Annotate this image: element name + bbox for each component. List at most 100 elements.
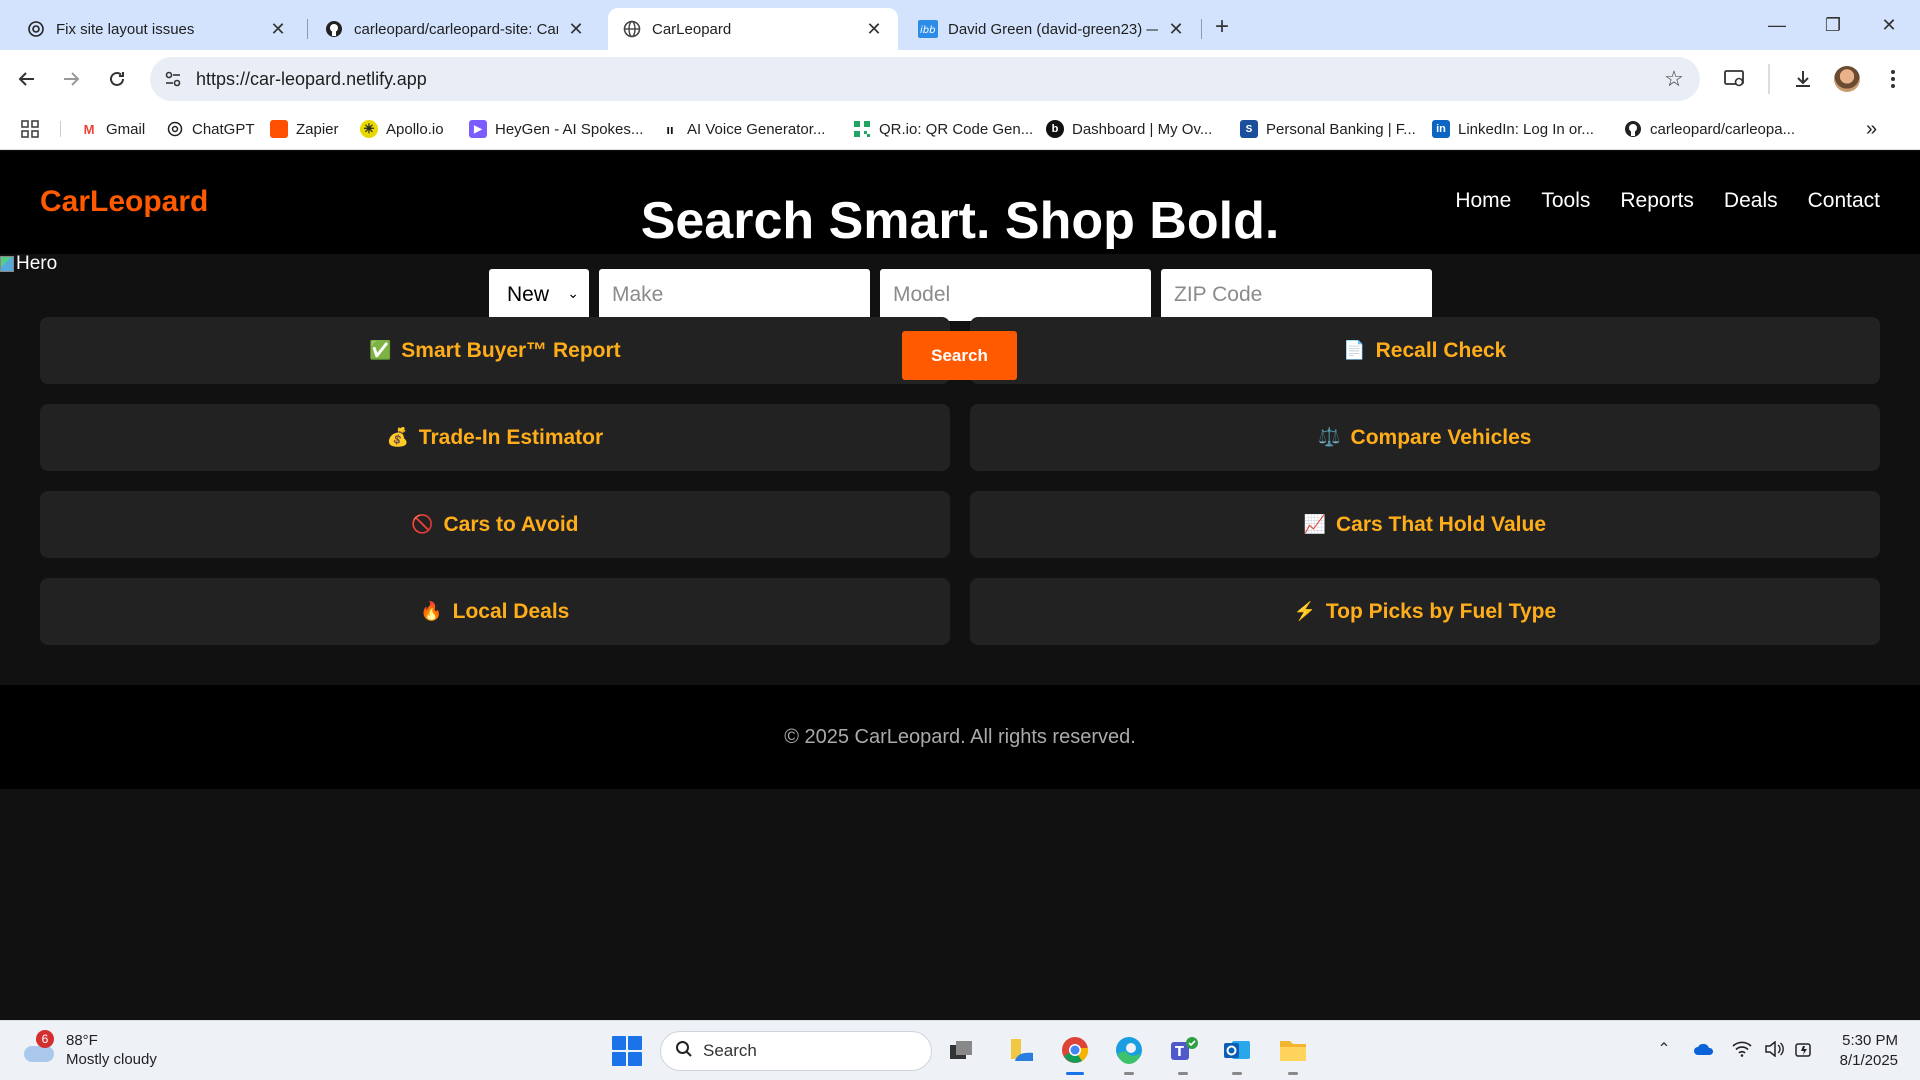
bookmark-dashboard[interactable]: b Dashboard | My Ov...	[1046, 116, 1212, 142]
bookmark-gmail[interactable]: M Gmail	[80, 116, 146, 142]
taskbar-search-label: Search	[703, 1041, 757, 1060]
globe-icon	[622, 19, 642, 39]
system-clock[interactable]: 5:30 PM 8/1/2025	[1840, 1031, 1898, 1071]
reload-button[interactable]	[102, 64, 132, 94]
card-smart-buyer-report[interactable]: ✅ Smart Buyer™ Report	[40, 317, 950, 384]
running-indicator	[1124, 1072, 1134, 1075]
make-input[interactable]: Make	[599, 269, 870, 321]
bookmark-github-carleopard[interactable]: carleopard/carleopa...	[1624, 116, 1795, 142]
bookmark-zapier[interactable]: Zapier	[270, 116, 339, 142]
chevron-up-icon[interactable]: ⌃	[1652, 1037, 1676, 1061]
search-button[interactable]: Search	[902, 331, 1017, 380]
nav-deals[interactable]: Deals	[1724, 189, 1778, 213]
nav-home[interactable]: Home	[1455, 189, 1511, 213]
nav-contact[interactable]: Contact	[1808, 189, 1880, 213]
volume-icon[interactable]	[1762, 1037, 1786, 1061]
tab-github-repo[interactable]: carleopard/carleopard-site: Car ✕	[310, 8, 600, 50]
running-indicator	[1066, 1072, 1084, 1075]
address-bar[interactable]: https://car-leopard.netlify.app ☆	[150, 57, 1700, 101]
weather-temp: 88°F	[66, 1032, 98, 1049]
nav-reports[interactable]: Reports	[1620, 189, 1694, 213]
chart-increasing-icon: 📈	[1303, 514, 1327, 534]
menu-kebab-icon[interactable]	[1878, 64, 1908, 94]
card-cars-that-hold-value[interactable]: 📈 Cars That Hold Value	[970, 491, 1880, 558]
bookmark-qr-io[interactable]: QR.io: QR Code Gen...	[853, 116, 1033, 142]
minimize-button[interactable]: —	[1762, 10, 1792, 40]
vehicle-search-form: New ⌄ Make Model ZIP Code	[489, 269, 1432, 321]
linkedin-icon: in	[1432, 120, 1450, 138]
chrome-icon[interactable]	[1058, 1033, 1092, 1075]
close-icon[interactable]: ✕	[268, 19, 288, 39]
bookmark-chatgpt[interactable]: ChatGPT	[166, 116, 255, 142]
card-top-picks-by-fuel-type[interactable]: ⚡ Top Picks by Fuel Type	[970, 578, 1880, 645]
taskbar-search[interactable]: Search	[660, 1031, 932, 1071]
new-tab-button[interactable]: +	[1208, 13, 1236, 41]
bookmark-personal-banking[interactable]: S Personal Banking | F...	[1240, 116, 1416, 142]
check-icon: ✅	[369, 340, 392, 360]
zip-code-input[interactable]: ZIP Code	[1161, 269, 1432, 321]
model-input[interactable]: Model	[880, 269, 1151, 321]
tab-carleopard[interactable]: CarLeopard ✕	[608, 8, 898, 50]
back-button[interactable]	[12, 64, 42, 94]
bookmarks-bar: M Gmail ChatGPT Zapier ✳ Apollo.io ▶ Hey…	[0, 108, 1920, 150]
downloads-icon[interactable]	[1788, 64, 1818, 94]
card-trade-in-estimator[interactable]: 💰 Trade-In Estimator	[40, 404, 950, 471]
close-icon[interactable]: ✕	[1166, 19, 1186, 39]
condition-select[interactable]: New ⌄	[489, 269, 589, 321]
notification-badge: 6	[36, 1030, 54, 1048]
card-cars-to-avoid[interactable]: 🚫 Cars to Avoid	[40, 491, 950, 558]
close-window-button[interactable]: ✕	[1874, 10, 1904, 40]
task-view-icon[interactable]	[944, 1033, 978, 1067]
site-settings-icon[interactable]	[162, 68, 184, 90]
close-icon[interactable]: ✕	[864, 19, 884, 39]
wifi-icon[interactable]	[1730, 1037, 1754, 1061]
bookmark-label: Dashboard | My Ov...	[1072, 120, 1213, 138]
teams-icon[interactable]: T	[1166, 1033, 1200, 1075]
battery-icon[interactable]	[1792, 1037, 1816, 1061]
bookmark-heygen[interactable]: ▶ HeyGen - AI Spokes...	[469, 116, 643, 142]
more-bookmarks-chevron-icon[interactable]: »	[1866, 116, 1877, 142]
hero-image-broken: Hero	[0, 253, 57, 275]
tab-title: CarLeopard	[652, 20, 732, 38]
site-footer: © 2025 CarLeopard. All rights reserved.	[0, 685, 1920, 789]
bookmark-linkedin[interactable]: in LinkedIn: Log In or...	[1432, 116, 1594, 142]
weather-widget[interactable]: 6 88°F Mostly cloudy	[22, 1030, 157, 1069]
close-icon[interactable]: ✕	[566, 19, 586, 39]
ibb-icon: ibb	[918, 19, 938, 39]
bookmark-label: AI Voice Generator...	[687, 120, 826, 138]
apps-grid-icon[interactable]	[20, 116, 40, 142]
card-compare-vehicles[interactable]: ⚖️ Compare Vehicles	[970, 404, 1880, 471]
bookmark-label: Personal Banking | F...	[1266, 120, 1416, 138]
install-app-icon[interactable]	[1720, 64, 1750, 94]
profile-avatar[interactable]	[1834, 66, 1860, 92]
file-explorer-people-icon[interactable]	[1004, 1033, 1038, 1067]
card-recall-check[interactable]: 📄 Recall Check	[970, 317, 1880, 384]
tab-david-green[interactable]: ibb David Green (david-green23) — ✕	[904, 8, 1200, 50]
forward-button[interactable]	[56, 64, 86, 94]
bookmark-label: QR.io: QR Code Gen...	[879, 120, 1034, 138]
nav-tools[interactable]: Tools	[1541, 189, 1590, 213]
bookmark-star-icon[interactable]: ☆	[1662, 66, 1686, 91]
zapier-icon	[270, 120, 288, 138]
arrow-left-icon	[18, 72, 34, 86]
document-icon: 📄	[1343, 340, 1366, 360]
tab-fix-site-layout[interactable]: Fix site layout issues ✕	[12, 8, 302, 50]
main-nav: Home Tools Reports Deals Contact	[1455, 189, 1880, 213]
svg-text:ibb: ibb	[920, 25, 935, 36]
reload-icon	[110, 71, 124, 86]
card-local-deals[interactable]: 🔥 Local Deals	[40, 578, 950, 645]
file-explorer-icon[interactable]	[1276, 1033, 1310, 1075]
windows-start-icon[interactable]	[612, 1036, 642, 1066]
condition-value: New	[507, 283, 550, 306]
broken-image-icon	[0, 256, 14, 272]
outlook-icon[interactable]	[1220, 1033, 1254, 1075]
gmail-icon: M	[83, 121, 95, 137]
restore-button[interactable]: ❐	[1818, 10, 1848, 40]
bookmark-ai-voice[interactable]: ıı AI Voice Generator...	[661, 116, 825, 142]
edge-icon[interactable]	[1112, 1033, 1146, 1075]
bookmark-apollo[interactable]: ✳ Apollo.io	[360, 116, 444, 142]
openai-icon	[166, 120, 184, 138]
bookmark-label: Zapier	[296, 120, 339, 138]
bookmark-label: LinkedIn: Log In or...	[1458, 120, 1594, 138]
onedrive-cloud-icon[interactable]	[1692, 1037, 1716, 1061]
